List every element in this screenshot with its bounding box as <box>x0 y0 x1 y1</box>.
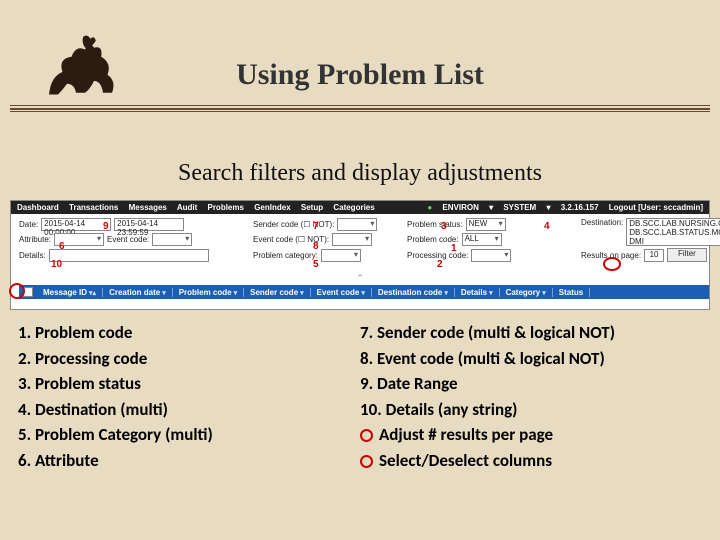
problemcode-label: Problem code: <box>407 235 459 244</box>
menu-messages[interactable]: Messages <box>129 203 167 212</box>
processing-label: Processing code: <box>407 251 468 260</box>
destination-listbox[interactable]: DB.SCC.LAB.NURSING.ORDER.ENTRY DB.SCC.LA… <box>626 218 720 246</box>
page-title: Using Problem List <box>0 58 720 92</box>
legend-select: Select/Deselect columns <box>360 448 702 474</box>
menu-audit[interactable]: Audit <box>177 203 197 212</box>
sender-select[interactable] <box>337 218 377 231</box>
col-details[interactable]: Details▾ <box>455 288 500 297</box>
legend-adjust: Adjust # results per page <box>360 422 702 448</box>
col-message-id[interactable]: Message ID▾▴ <box>37 288 103 297</box>
screenshot-panel: Dashboard Transactions Messages Audit Pr… <box>10 200 710 310</box>
legend-2: 2. Processing code <box>18 346 360 372</box>
eventcode-select[interactable] <box>332 233 372 246</box>
legend-8: 8. Event code (multi & logical NOT) <box>360 346 702 372</box>
filter-button[interactable]: Filter <box>667 248 707 262</box>
collapse-icon[interactable]: ⌃ <box>11 273 709 284</box>
destination-label: Destination: <box>581 218 623 227</box>
results-label: Results on page: <box>581 251 641 260</box>
menu-transactions[interactable]: Transactions <box>69 203 118 212</box>
results-input[interactable]: 10 <box>644 249 664 262</box>
menu-genindex[interactable]: GenIndex <box>254 203 290 212</box>
date-label: Date: <box>19 220 38 229</box>
menu-dashboard[interactable]: Dashboard <box>17 203 59 212</box>
legend-5: 5. Problem Category (multi) <box>18 422 360 448</box>
attribute-select[interactable] <box>54 233 104 246</box>
legend-10: 10. Details (any string) <box>360 397 702 423</box>
results-column-header: Message ID▾▴ Creation date▾ Problem code… <box>19 285 709 299</box>
app-menubar: Dashboard Transactions Messages Audit Pr… <box>11 201 709 214</box>
sender-label: Sender code (☐ NOT): <box>253 220 334 229</box>
date-from-input[interactable]: 2015-04-14 00:00:00 <box>41 218 111 231</box>
red-circle-icon <box>360 455 373 468</box>
red-circle-icon <box>360 429 373 442</box>
category-label: Problem category: <box>253 251 318 260</box>
legend-1: 1. Problem code <box>18 320 360 346</box>
system-label: SYSTEM <box>503 203 536 212</box>
logout-link[interactable]: Logout [User: sccadmin] <box>609 203 703 212</box>
processing-select[interactable] <box>471 249 511 262</box>
eventcode-label: Event code (☐ NOT): <box>253 235 329 244</box>
col-creation-date[interactable]: Creation date▾ <box>103 288 173 297</box>
divider-barbwire <box>10 108 710 110</box>
col-sender-code[interactable]: Sender code▾ <box>244 288 311 297</box>
menu-setup[interactable]: Setup <box>301 203 323 212</box>
subtitle: Search filters and display adjustments <box>0 160 720 187</box>
col-destination-code[interactable]: Destination code▾ <box>372 288 455 297</box>
col-event-code[interactable]: Event code▾ <box>311 288 372 297</box>
category-select[interactable] <box>321 249 361 262</box>
menu-categories[interactable]: Categories <box>333 203 374 212</box>
legend-3: 3. Problem status <box>18 371 360 397</box>
problem-status-select[interactable]: NEW <box>466 218 506 231</box>
col-problem-code[interactable]: Problem code▾ <box>173 288 244 297</box>
event-select[interactable] <box>152 233 192 246</box>
ip-label: 3.2.16.157 <box>561 203 599 212</box>
attribute-label: Attribute: <box>19 235 51 244</box>
col-category[interactable]: Category▾ <box>500 288 553 297</box>
legend-4: 4. Destination (multi) <box>18 397 360 423</box>
select-all-checkbox[interactable] <box>23 287 33 297</box>
col-status[interactable]: Status <box>553 288 590 297</box>
details-label: Details: <box>19 251 46 260</box>
legend-6: 6. Attribute <box>18 448 360 474</box>
problemcode-select[interactable]: ALL <box>462 233 502 246</box>
legend-9: 9. Date Range <box>360 371 702 397</box>
legend-7: 7. Sender code (multi & logical NOT) <box>360 320 702 346</box>
date-to-input[interactable]: 2015-04-14 23:59:59 <box>114 218 184 231</box>
env-label: ENVIRON <box>442 203 478 212</box>
event-label: Event code: <box>107 235 149 244</box>
details-input[interactable] <box>49 249 209 262</box>
problem-status-label: Problem status: <box>407 220 463 229</box>
legend-list: 1. Problem code 2. Processing code 3. Pr… <box>18 320 702 473</box>
menu-problems[interactable]: Problems <box>207 203 243 212</box>
